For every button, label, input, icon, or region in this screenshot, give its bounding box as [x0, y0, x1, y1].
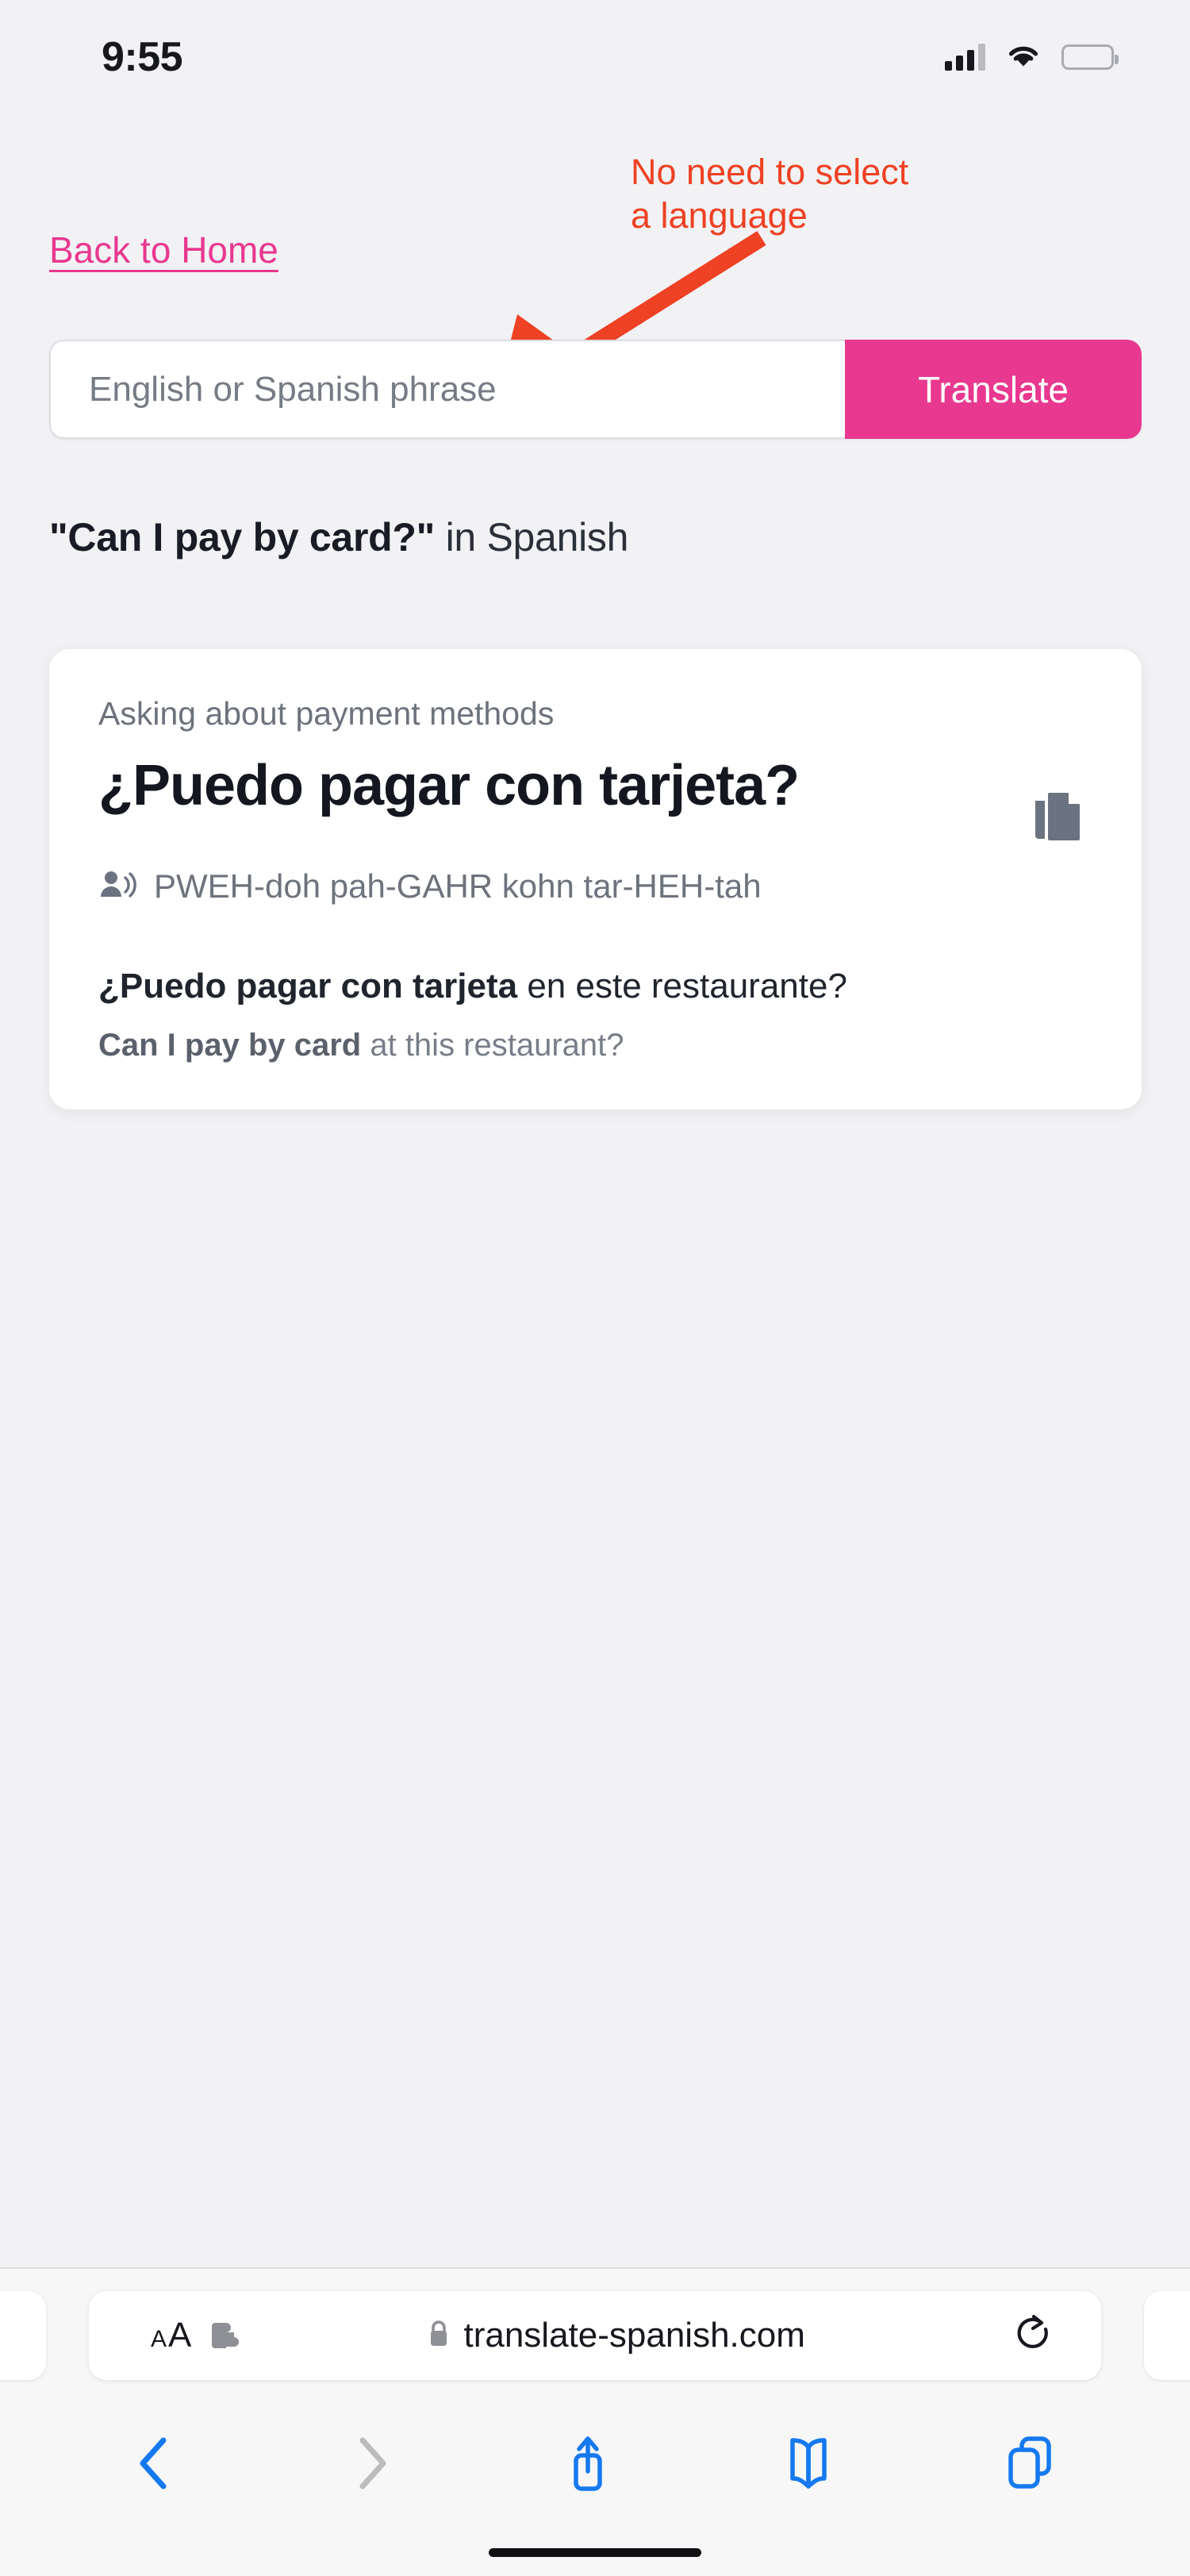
pronunciation-row[interactable]: PWEH-doh pah-GAHR kohn tar-HEH-tah: [98, 867, 1092, 905]
annotation-text: No need to select a language: [631, 152, 909, 236]
card-context-label: Asking about payment methods: [98, 695, 555, 732]
text-size-button[interactable]: AA: [151, 2316, 191, 2355]
example-english-highlight: Can I pay by card: [98, 1028, 362, 1063]
previous-tab-card[interactable]: [0, 2291, 46, 2380]
translate-button[interactable]: Translate: [845, 340, 1142, 439]
tabs-icon[interactable]: [1003, 2434, 1058, 2493]
result-heading-phrase: "Can I pay by card?": [49, 515, 435, 559]
copy-icon[interactable]: [1032, 788, 1084, 845]
status-time: 9:55: [102, 34, 183, 80]
status-bar: 9:55: [0, 0, 1190, 100]
result-heading-language: in Spanish: [435, 515, 629, 559]
example-english: Can I pay by card at this restaurant?: [98, 1024, 1092, 1067]
example-block: ¿Puedo pagar con tarjeta en este restaur…: [98, 963, 1092, 1067]
url-text: translate-spanish.com: [463, 2316, 805, 2355]
card-main-row: ¿Puedo pagar con tarjeta?: [98, 753, 1092, 845]
example-spanish: ¿Puedo pagar con tarjeta en este restaur…: [98, 963, 1092, 1009]
next-tab-card[interactable]: [1144, 2291, 1190, 2380]
share-icon[interactable]: [562, 2432, 613, 2495]
result-heading: "Can I pay by card?" in Spanish: [49, 514, 628, 560]
example-spanish-rest: en este restaurante?: [517, 967, 847, 1005]
address-bar[interactable]: AA translate-spanish.com: [89, 2291, 1101, 2380]
status-icons-group: [945, 42, 1119, 73]
battery-icon: [1061, 44, 1119, 70]
search-input[interactable]: [49, 340, 845, 439]
text-size-small-a: A: [151, 2326, 167, 2352]
text-size-big-a: A: [168, 2316, 192, 2355]
lock-icon: [427, 2319, 451, 2353]
chevron-left-icon[interactable]: [132, 2434, 179, 2493]
url-center: translate-spanish.com: [218, 2316, 1014, 2355]
cellular-signal-icon: [945, 44, 985, 71]
example-english-rest: at this restaurant?: [361, 1028, 624, 1063]
back-to-home-link[interactable]: Back to Home: [49, 229, 278, 271]
book-icon[interactable]: [781, 2435, 835, 2492]
example-spanish-highlight: ¿Puedo pagar con tarjeta: [98, 967, 518, 1005]
url-strip: AA translate-spanish.com: [0, 2291, 1190, 2380]
translation-result-card: Asking about payment methods ¿Puedo paga…: [49, 649, 1142, 1110]
reload-icon[interactable]: [1014, 2313, 1055, 2358]
wifi-icon: [1006, 42, 1041, 73]
chevron-right-icon[interactable]: [347, 2434, 394, 2493]
card-translation-text: ¿Puedo pagar con tarjeta?: [98, 754, 800, 817]
home-indicator: [489, 2548, 701, 2557]
browser-toolbar: [0, 2412, 1190, 2515]
translate-search-row: Translate: [49, 340, 1142, 439]
safari-browser-bar: AA translate-spanish.com: [0, 2267, 1190, 2576]
pronunciation-text: PWEH-doh pah-GAHR kohn tar-HEH-tah: [154, 867, 762, 905]
speaker-person-icon: [98, 868, 138, 905]
phone-screen: 9:55 No need to select a language Back t…: [0, 0, 1190, 2576]
